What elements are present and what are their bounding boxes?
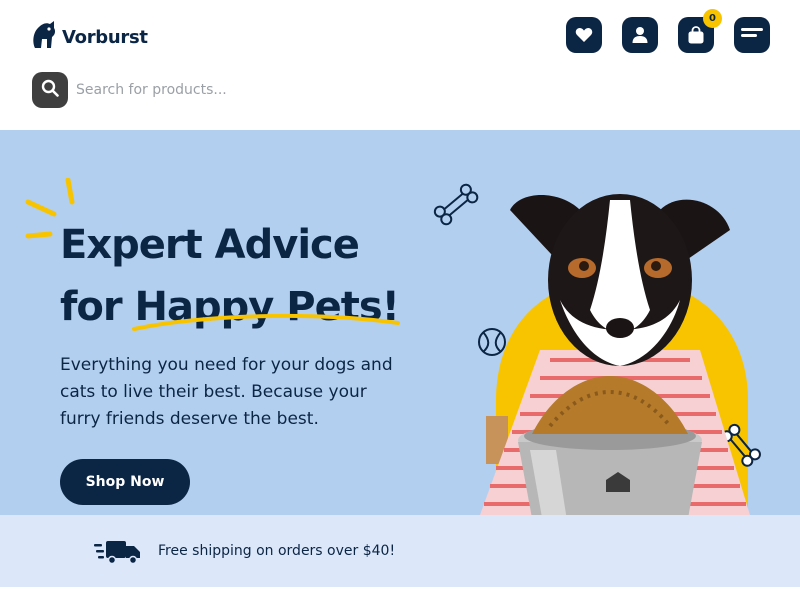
hero-banner: Expert Advice for Happy Pets! Everything… <box>0 130 800 515</box>
search-icon <box>41 79 59 101</box>
search-button[interactable] <box>32 72 68 108</box>
hero-image <box>410 130 800 515</box>
hero-title-line-1: Expert Advice <box>60 222 360 268</box>
cart-button[interactable]: 0 <box>678 9 722 53</box>
search-bar <box>32 72 376 108</box>
title-underline-decoration <box>132 313 400 339</box>
wishlist-button[interactable] <box>566 17 602 53</box>
page-bottom-strip <box>0 587 800 600</box>
brand-name: Vorburst <box>62 26 148 48</box>
brand-logo[interactable]: Vorburst <box>30 20 148 50</box>
site-header: Vorburst 0 <box>0 0 800 130</box>
delivery-truck-icon <box>94 540 142 568</box>
bone-outline-icon <box>433 183 479 226</box>
ball-icon <box>478 328 506 356</box>
hero-subtitle: Everything you need for your dogs and ca… <box>60 355 393 429</box>
user-icon <box>632 26 648 44</box>
menu-button[interactable] <box>734 17 770 53</box>
cart-count-badge: 0 <box>703 9 722 28</box>
account-button[interactable] <box>622 17 658 53</box>
shop-now-button[interactable]: Shop Now <box>60 459 190 505</box>
shipping-banner: Free shipping on orders over $40! <box>0 515 800 587</box>
search-input[interactable] <box>76 82 376 98</box>
dog-logo-icon <box>30 20 58 50</box>
heart-icon <box>575 27 593 43</box>
shopping-bag-icon <box>687 26 705 44</box>
shipping-text: Free shipping on orders over $40! <box>158 543 396 559</box>
menu-icon <box>741 27 763 43</box>
